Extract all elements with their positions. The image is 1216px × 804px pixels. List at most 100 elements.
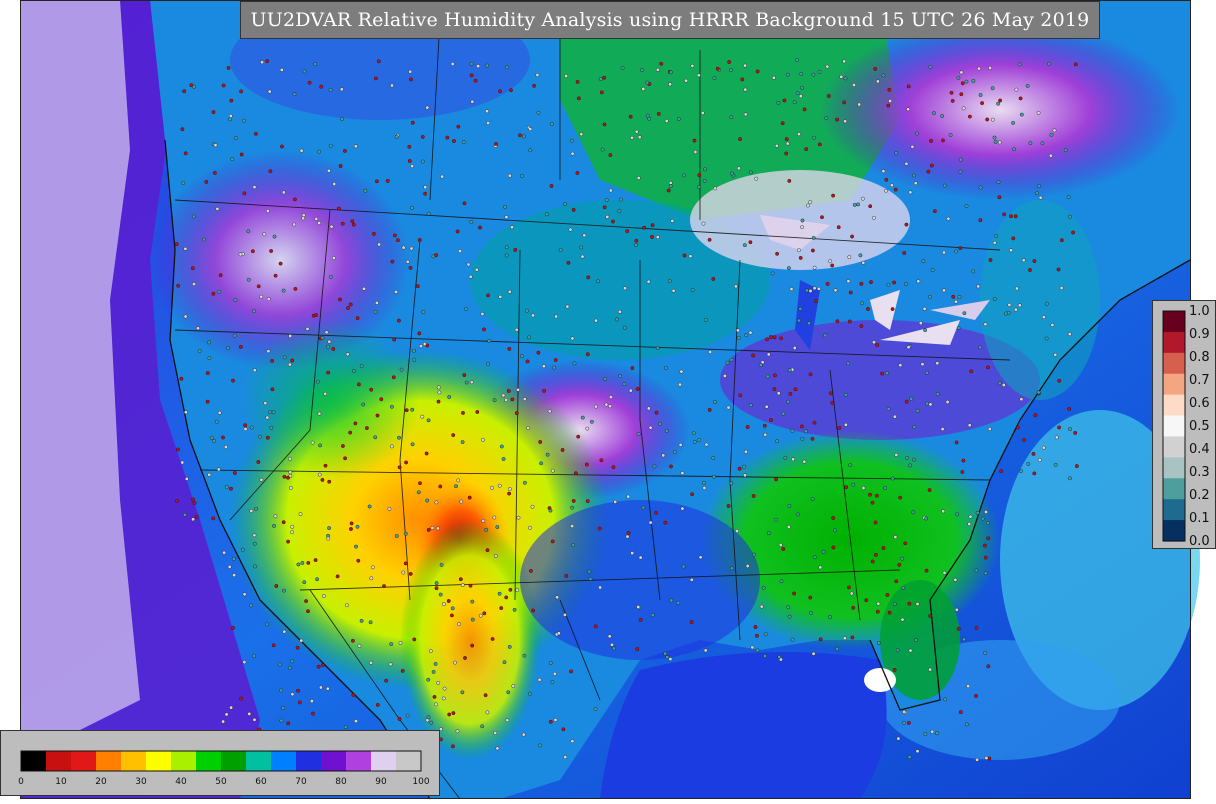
observation-marker: [691, 431, 696, 436]
observation-marker: [964, 79, 969, 84]
observation-marker: [389, 444, 394, 449]
observation-marker: [954, 440, 959, 445]
observation-marker: [309, 699, 314, 703]
observation-marker: [775, 251, 779, 256]
observation-marker: [725, 360, 730, 365]
observation-marker: [207, 472, 212, 477]
obs-colorbar-segment: [1163, 311, 1185, 333]
observation-marker: [1053, 352, 1058, 357]
observation-marker: [903, 541, 908, 546]
observation-marker: [690, 492, 694, 497]
observation-marker: [778, 543, 783, 547]
observation-marker: [324, 330, 329, 335]
observation-marker: [462, 201, 467, 206]
observation-marker: [310, 440, 315, 445]
observation-marker: [314, 216, 319, 221]
observation-marker: [783, 455, 788, 460]
observation-marker: [703, 167, 707, 172]
observation-marker: [851, 482, 856, 487]
observation-marker: [948, 133, 953, 138]
observation-marker: [928, 402, 933, 407]
observation-marker: [636, 432, 641, 436]
observation-marker: [480, 724, 485, 729]
observation-marker: [542, 388, 546, 393]
observation-marker: [281, 706, 286, 710]
observation-marker: [1059, 286, 1064, 290]
observation-marker: [956, 76, 961, 80]
observation-marker: [242, 660, 247, 664]
rh-colorbar-tick-label: 30: [135, 777, 147, 787]
observation-marker: [438, 592, 443, 597]
obs-colorbar-tick-label: 0.2: [1189, 488, 1210, 503]
observation-marker: [174, 498, 179, 503]
observation-marker: [941, 138, 945, 143]
observation-marker: [650, 613, 655, 617]
observation-marker: [1037, 457, 1042, 462]
observation-marker: [807, 321, 811, 326]
observation-marker: [287, 362, 292, 367]
observation-marker: [961, 106, 966, 111]
observation-marker: [736, 335, 741, 340]
observation-marker: [953, 577, 958, 582]
observation-marker: [389, 642, 394, 646]
observation-marker: [425, 105, 430, 110]
observation-marker: [1013, 214, 1018, 219]
observation-marker: [1026, 461, 1031, 466]
observation-marker: [507, 346, 512, 351]
observation-marker: [628, 388, 633, 393]
observation-marker: [563, 202, 567, 207]
observation-marker: [708, 350, 712, 354]
observation-marker: [873, 67, 878, 71]
observation-marker: [748, 170, 753, 175]
observation-marker: [881, 73, 886, 78]
observation-marker: [369, 576, 374, 581]
observation-marker: [408, 265, 413, 270]
observation-marker: [962, 637, 966, 642]
observation-marker: [505, 65, 510, 70]
observation-marker: [269, 425, 274, 430]
observation-marker: [638, 555, 643, 560]
observation-marker: [932, 111, 936, 116]
observation-marker: [379, 397, 384, 402]
observation-marker: [232, 333, 237, 338]
observation-marker: [231, 626, 235, 630]
observation-marker: [505, 718, 510, 723]
observation-marker: [668, 82, 672, 87]
observation-marker: [914, 638, 918, 642]
observation-marker: [497, 483, 502, 488]
observation-marker: [279, 68, 284, 72]
observation-marker: [828, 615, 832, 619]
observation-marker: [1012, 147, 1016, 152]
observation-marker: [504, 595, 509, 600]
observation-marker: [464, 380, 469, 385]
observation-marker: [257, 434, 262, 439]
observation-marker: [802, 459, 807, 464]
observation-marker: [781, 547, 786, 551]
mexico-dry-region: [400, 520, 540, 760]
observation-marker: [298, 512, 303, 517]
obs-colorbar-tick-label: 1.0: [1189, 304, 1210, 319]
observation-marker: [671, 288, 676, 293]
observation-marker: [668, 70, 673, 75]
rh-colorbar-tick-label: 60: [255, 777, 267, 787]
observation-marker: [897, 563, 902, 567]
map-canvas: [20, 0, 1200, 800]
observation-marker: [539, 461, 544, 466]
observation-marker: [804, 147, 809, 152]
observation-marker: [836, 225, 841, 230]
observation-marker: [985, 521, 990, 525]
observation-marker: [273, 273, 278, 278]
obs-colorbar-segment: [1163, 457, 1185, 479]
observation-marker: [252, 368, 257, 373]
observation-marker: [278, 261, 283, 266]
observation-marker: [249, 425, 254, 430]
observation-marker: [703, 317, 708, 322]
obs-colorbar-segment: [1163, 478, 1185, 500]
observation-marker: [910, 144, 915, 149]
observation-marker: [1017, 303, 1022, 308]
observation-marker: [290, 524, 295, 529]
observation-marker: [787, 525, 791, 529]
observation-marker: [1011, 236, 1016, 241]
observation-marker: [929, 163, 934, 168]
observation-marker: [550, 468, 555, 473]
